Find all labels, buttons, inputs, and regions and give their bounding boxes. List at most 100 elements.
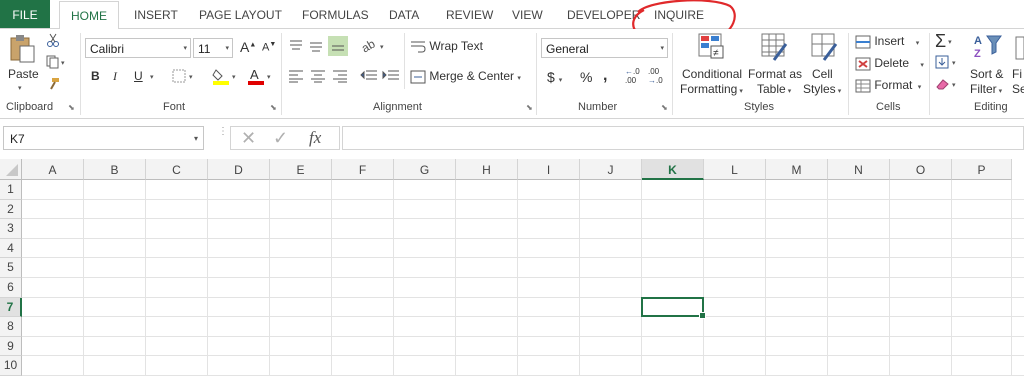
cancel-icon[interactable]: ✕ (241, 128, 256, 149)
italic-button[interactable]: I (113, 69, 117, 84)
tab-formulas[interactable]: FORMULAS (302, 0, 369, 28)
conditional-formatting-line1[interactable]: Conditional (682, 67, 742, 81)
enter-check-icon[interactable]: ✓ (273, 128, 288, 149)
cell-styles-button[interactable]: Styles ▾ (803, 82, 841, 96)
column-header-p[interactable]: P (952, 159, 1012, 180)
currency-button[interactable]: $ ▾ (547, 69, 562, 85)
column-header-e[interactable]: E (270, 159, 332, 180)
clipboard-launcher-icon[interactable]: ⬊ (68, 103, 76, 112)
tab-review[interactable]: REVIEW (446, 0, 493, 28)
shrink-font-button[interactable]: A▼ (262, 41, 276, 54)
format-as-table-button[interactable]: Table ▾ (757, 82, 791, 96)
font-name-field[interactable]: Calibri ▾ (85, 38, 191, 58)
fill-color-icon[interactable]: ▾ (212, 67, 240, 88)
column-header-i[interactable]: I (518, 159, 580, 180)
paste-button[interactable]: Paste (8, 67, 39, 81)
number-format-select[interactable]: General ▾ (541, 38, 668, 58)
format-cells-button[interactable]: Format ▾ (855, 78, 921, 93)
font-size-field[interactable]: 11 ▾ (193, 38, 233, 58)
row-header-10[interactable]: 10 (0, 356, 22, 376)
eraser-icon[interactable]: ▾ (935, 77, 961, 94)
bold-button[interactable]: B (91, 69, 100, 83)
paste-icon[interactable] (6, 33, 38, 65)
row-header-4[interactable]: 4 (0, 238, 22, 259)
grow-font-button[interactable]: A▲ (240, 39, 256, 55)
bottom-align-icon[interactable] (328, 36, 348, 56)
column-header-k[interactable]: K (642, 159, 704, 180)
row-header-1[interactable]: 1 (0, 180, 22, 200)
row-header-6[interactable]: 6 (0, 278, 22, 298)
sort-filter-line1[interactable]: Sort & (970, 67, 1003, 81)
row-header-9[interactable]: 9 (0, 336, 22, 357)
column-header-n[interactable]: N (828, 159, 890, 180)
sort-filter-icon[interactable]: AZ (972, 32, 1002, 65)
row-header-7[interactable]: 7 (0, 297, 22, 318)
copy-icon[interactable]: ▾ (46, 55, 68, 72)
align-left-icon[interactable] (288, 69, 304, 86)
conditional-formatting-icon[interactable]: ≠ (697, 32, 725, 65)
column-header-m[interactable]: M (766, 159, 828, 180)
font-color-icon[interactable]: A ▾ (247, 67, 275, 88)
column-header-o[interactable]: O (890, 159, 952, 180)
paste-dropdown-icon[interactable]: ▾ (18, 84, 22, 92)
tab-data[interactable]: DATA (389, 0, 419, 28)
align-center-icon[interactable] (310, 69, 326, 86)
active-cell-selection[interactable] (641, 296, 706, 320)
column-header-b[interactable]: B (84, 159, 146, 180)
name-box[interactable]: K7 ▾ (3, 126, 204, 150)
worksheet-grid[interactable]: ABCDEFGHIJKLMNOP 1 2 3 4 5 6 7 8 9 10 (0, 159, 1024, 376)
conditional-formatting-button[interactable]: Formatting ▾ (680, 82, 743, 96)
align-right-icon[interactable] (332, 69, 348, 86)
tab-file[interactable]: FILE (0, 0, 50, 28)
column-header-c[interactable]: C (146, 159, 208, 180)
fill-icon[interactable]: ▾ (935, 55, 961, 72)
select-all-corner[interactable] (0, 159, 22, 180)
wrap-text-button[interactable]: Wrap Text (410, 39, 483, 54)
orientation-icon[interactable]: ab ▾ (359, 36, 388, 56)
number-launcher-icon[interactable]: ⬊ (661, 103, 669, 112)
formula-bar-resize-handle[interactable]: ⋮ (218, 127, 228, 137)
column-header-g[interactable]: G (394, 159, 456, 180)
autosum-icon[interactable]: Σ ▾ (935, 31, 952, 52)
increase-indent-icon[interactable] (382, 69, 400, 86)
tab-home[interactable]: HOME (59, 1, 119, 29)
tab-view[interactable]: VIEW (512, 0, 543, 28)
insert-function-button[interactable]: fx (309, 128, 321, 148)
alignment-launcher-icon[interactable]: ⬊ (526, 103, 534, 112)
row-header-3[interactable]: 3 (0, 219, 22, 239)
column-header-f[interactable]: F (332, 159, 394, 180)
cut-icon[interactable] (46, 33, 60, 50)
column-header-d[interactable]: D (208, 159, 270, 180)
decrease-indent-icon[interactable] (360, 69, 378, 86)
formula-input[interactable] (342, 126, 1024, 150)
decrease-decimal-button[interactable]: .00 →.0 (648, 67, 663, 85)
format-painter-icon[interactable] (46, 77, 60, 94)
sort-filter-button[interactable]: Filter ▾ (970, 82, 1002, 96)
row-header-8[interactable]: 8 (0, 317, 22, 337)
fill-handle[interactable] (699, 312, 706, 320)
increase-decimal-button[interactable]: ←.0.00 (625, 67, 640, 85)
find-select-line2[interactable]: Sel (1012, 82, 1024, 96)
comma-button[interactable]: , (603, 67, 607, 85)
find-select-icon[interactable] (1014, 35, 1024, 64)
delete-cells-button[interactable]: Delete ▾ (855, 56, 924, 71)
cell-styles-icon[interactable] (810, 32, 838, 65)
font-launcher-icon[interactable]: ⬊ (270, 103, 278, 112)
chevron-down-icon[interactable]: ▾ (150, 73, 154, 81)
middle-align-icon[interactable] (308, 39, 324, 56)
row-header-2[interactable]: 2 (0, 199, 22, 220)
top-align-icon[interactable] (288, 39, 304, 56)
merge-center-button[interactable]: Merge & Center ▾ (410, 69, 521, 84)
column-header-h[interactable]: H (456, 159, 518, 180)
column-header-a[interactable]: A (22, 159, 84, 180)
column-header-l[interactable]: L (704, 159, 766, 180)
cell-styles-line1[interactable]: Cell (812, 67, 833, 81)
row-header-5[interactable]: 5 (0, 258, 22, 278)
tab-page-layout[interactable]: PAGE LAYOUT (199, 0, 282, 28)
find-select-line1[interactable]: Fi (1012, 67, 1022, 81)
insert-cells-button[interactable]: Insert ▾ (855, 34, 919, 49)
tab-insert[interactable]: INSERT (134, 0, 178, 28)
percent-button[interactable]: % (580, 69, 592, 85)
underline-button[interactable]: U (134, 69, 143, 83)
column-header-j[interactable]: J (580, 159, 642, 180)
